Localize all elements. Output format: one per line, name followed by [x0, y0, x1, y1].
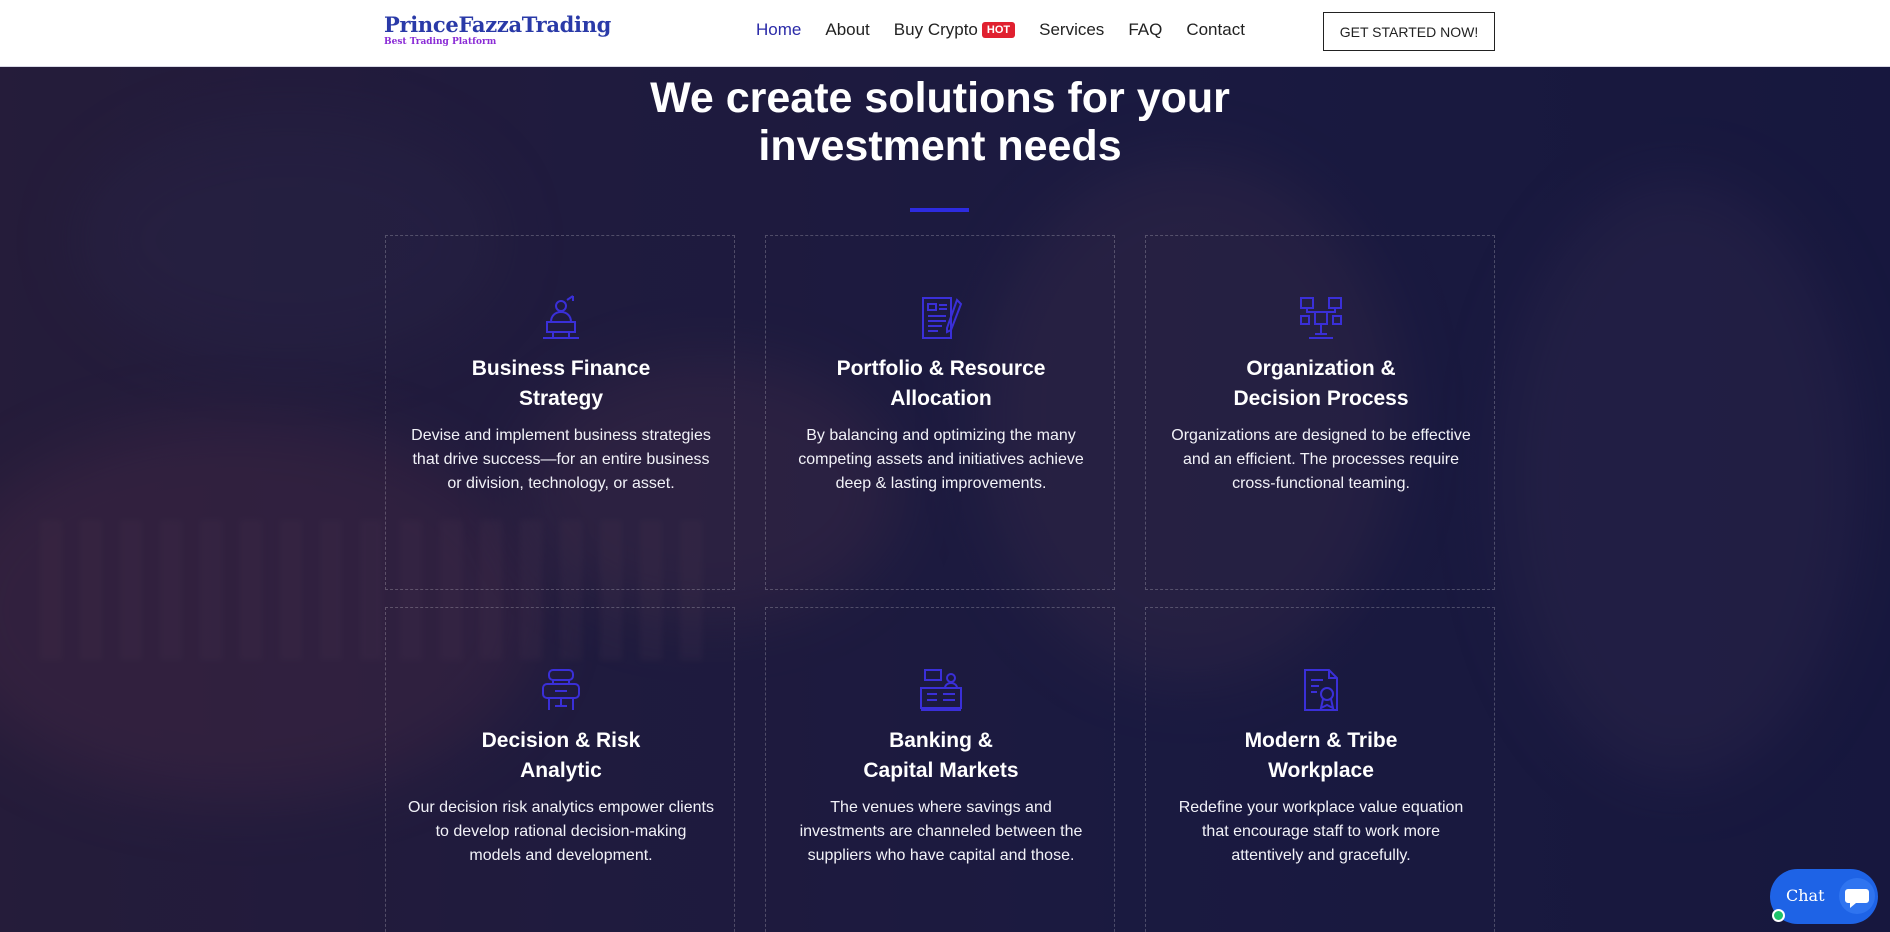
risk-analytic-icon — [542, 669, 580, 710]
get-started-button[interactable]: GET STARTED NOW! — [1323, 12, 1495, 51]
logo-name: PrinceFazzaTrading — [384, 12, 612, 37]
card-title: Banking & Capital Markets — [786, 726, 1096, 786]
card-title-line: Decision Process — [1233, 387, 1409, 410]
service-card-business-finance: Business Finance Strategy Devise and imp… — [385, 235, 735, 590]
heading-accent-divider — [910, 208, 969, 212]
service-card-workplace: Modern & Tribe Workplace Redefine your w… — [1145, 607, 1495, 932]
card-title-line: Banking & — [889, 729, 993, 752]
nav-faq[interactable]: FAQ — [1128, 20, 1162, 40]
service-card-risk-analytic: Decision & Risk Analytic Our decision ri… — [385, 607, 735, 932]
card-title: Business Finance Strategy — [406, 354, 716, 414]
card-description: Our decision risk analytics empower clie… — [408, 799, 714, 864]
site-logo[interactable]: PrinceFazzaTrading Best Trading Platform — [384, 12, 611, 47]
card-description: Organizations are designed to be effecti… — [1171, 427, 1471, 492]
portfolio-icon — [922, 297, 963, 339]
card-title: Decision & Risk Analytic — [406, 726, 716, 786]
nav-buy-crypto-label: Buy Crypto — [893, 20, 978, 39]
card-description: Devise and implement business strategies… — [411, 427, 711, 492]
nav-home[interactable]: Home — [756, 20, 801, 40]
card-title: Organization & Decision Process — [1166, 354, 1476, 414]
card-title-line: Modern & Tribe — [1244, 729, 1398, 752]
nav-buy-crypto[interactable]: Buy Crypto HOT — [893, 20, 1016, 40]
card-title: Portfolio & Resource Allocation — [786, 354, 1096, 414]
chat-widget-button[interactable]: Chat — [1770, 869, 1878, 924]
workplace-icon — [1304, 669, 1338, 711]
section-heading: We create solutions for your investment … — [545, 74, 1335, 170]
service-card-organization: Organization & Decision Process Organiza… — [1145, 235, 1495, 590]
card-title-line: Workplace — [1268, 759, 1374, 782]
online-status-dot — [1772, 909, 1785, 922]
nav-services[interactable]: Services — [1039, 20, 1104, 40]
site-header: PrinceFazzaTrading Best Trading Platform… — [0, 0, 1890, 67]
card-description: The venues where savings and investments… — [799, 799, 1083, 864]
card-title-line: Strategy — [518, 387, 604, 410]
section-heading-line1: We create solutions for your — [650, 74, 1230, 122]
nav-about[interactable]: About — [825, 20, 869, 40]
card-title-line: Capital Markets — [863, 759, 1019, 782]
card-description: Redefine your workplace value equation t… — [1178, 799, 1464, 864]
hot-badge: HOT — [981, 22, 1016, 38]
card-title-line: Decision & Risk — [481, 729, 641, 752]
logo-tagline: Best Trading Platform — [384, 37, 497, 47]
main-nav: Home About Buy Crypto HOT Services FAQ C… — [756, 20, 1269, 40]
service-card-portfolio: Portfolio & Resource Allocation By balan… — [765, 235, 1115, 590]
section-heading-line2: investment needs — [758, 122, 1122, 170]
card-title-line: Analytic — [520, 759, 602, 782]
card-title-line: Organization & — [1246, 357, 1396, 380]
nav-contact[interactable]: Contact — [1186, 20, 1245, 40]
organization-icon — [1300, 297, 1342, 339]
service-card-banking: Banking & Capital Markets The venues whe… — [765, 607, 1115, 932]
chat-bubble-icon — [1839, 878, 1875, 914]
banking-icon — [920, 669, 962, 711]
finance-strategy-icon — [543, 295, 579, 339]
card-title-line: Portfolio & Resource — [836, 357, 1046, 380]
card-title: Modern & Tribe Workplace — [1166, 726, 1476, 786]
card-title-line: Allocation — [890, 387, 992, 410]
chat-label: Chat — [1786, 886, 1825, 905]
card-description: By balancing and optimizing the many com… — [798, 427, 1084, 492]
card-title-line: Business Finance — [471, 357, 651, 380]
